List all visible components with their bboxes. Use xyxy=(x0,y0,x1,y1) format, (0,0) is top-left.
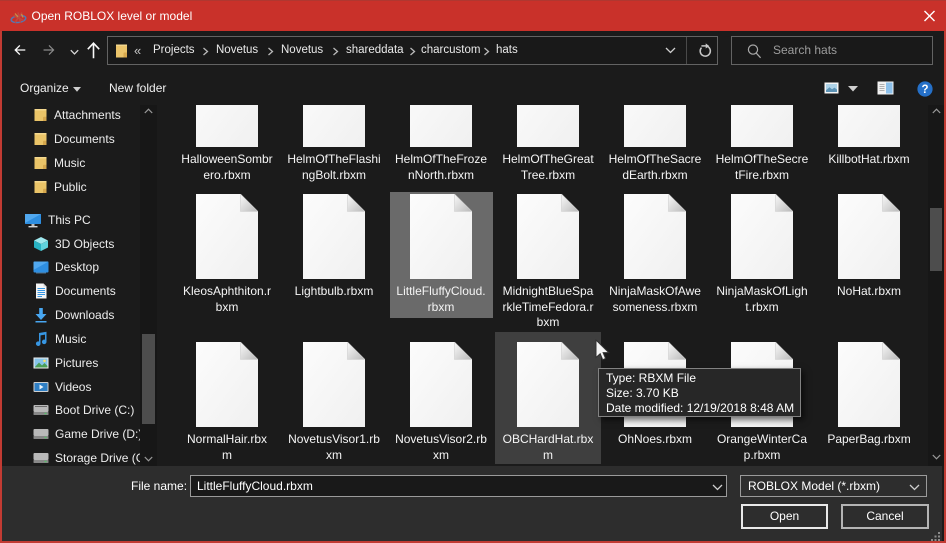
svg-text:?: ? xyxy=(921,84,928,96)
